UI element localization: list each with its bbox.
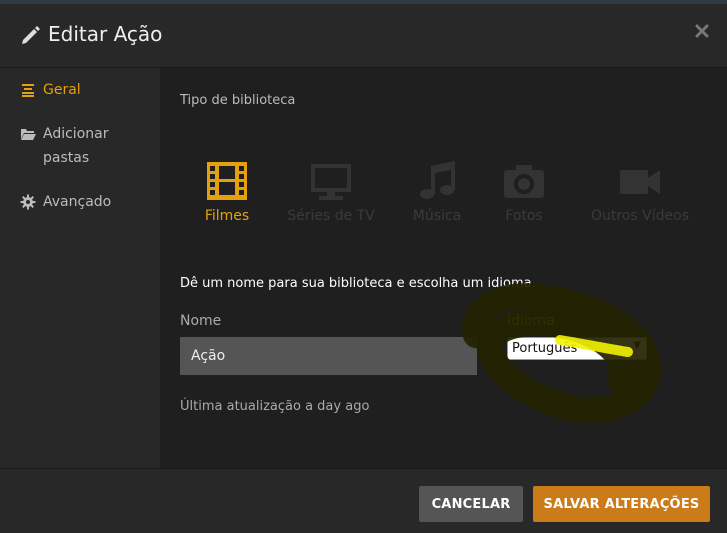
gear-icon [20, 194, 36, 210]
last-updated-text: Última atualização a day ago [180, 399, 370, 414]
sidebar-item-label: Avançado [43, 194, 112, 210]
sidebar-item-label: Adicionar pastas [43, 126, 109, 166]
list-icon [22, 84, 34, 97]
library-type-label-text: Outros Vídeos [591, 208, 689, 224]
dialog-header: Editar Ação [0, 4, 727, 68]
dialog-title: Editar Ação [48, 22, 163, 46]
sidebar-item-avancado[interactable]: Avançado [20, 190, 150, 214]
pencil-icon [22, 26, 40, 44]
sidebar-item-adicionar-pastas[interactable]: Adicionar pastas [20, 122, 150, 170]
sidebar-item-geral[interactable]: Geral [20, 78, 150, 102]
dropdown-arrow-icon: ▼ [633, 340, 641, 351]
library-type-filmes[interactable]: Filmes [172, 160, 282, 224]
name-label: Nome [180, 313, 222, 329]
library-name-input[interactable] [180, 337, 477, 375]
language-label: Idioma [507, 313, 555, 329]
library-type-label-text: Fotos [505, 208, 543, 224]
film-icon [207, 162, 247, 200]
camera-icon [504, 165, 544, 198]
close-icon[interactable] [695, 24, 709, 38]
save-button[interactable]: SALVAR ALTERAÇÕES [533, 486, 710, 522]
music-icon [420, 161, 455, 199]
dialog-footer: CANCELAR SALVAR ALTERAÇÕES [0, 468, 727, 533]
library-type-label: Tipo de biblioteca [180, 93, 296, 108]
dialog-title-group: Editar Ação [20, 22, 162, 46]
main-panel: Tipo de biblioteca Filmes Séries de TV M… [160, 68, 727, 468]
library-type-label-text: Séries de TV [287, 208, 375, 224]
language-selected-value: Português [512, 341, 578, 356]
tv-icon [311, 164, 351, 200]
library-type-selector: Filmes Séries de TV Música Fotos Outros … [160, 160, 727, 230]
sidebar-item-label: Geral [43, 82, 81, 98]
library-type-outros-videos[interactable]: Outros Vídeos [580, 160, 700, 224]
library-type-fotos[interactable]: Fotos [469, 160, 579, 224]
folder-icon [21, 129, 36, 140]
library-type-label-text: Filmes [204, 208, 250, 224]
instructions-text: Dê um nome para sua biblioteca e escolha… [180, 276, 536, 291]
language-select[interactable]: Português ▼ [507, 337, 647, 360]
sidebar: Geral Adicionar pastas Avançado [0, 68, 160, 468]
library-type-series-tv[interactable]: Séries de TV [276, 160, 386, 224]
video-camera-icon [620, 170, 660, 194]
cancel-button[interactable]: CANCELAR [419, 486, 523, 522]
